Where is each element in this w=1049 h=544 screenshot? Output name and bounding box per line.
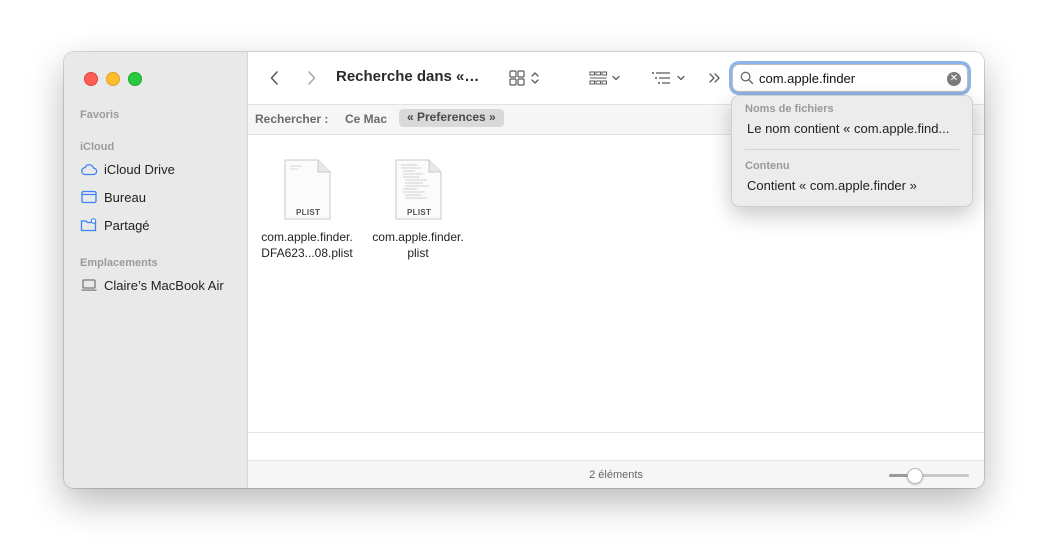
file-name-line-2: plist: [407, 246, 429, 260]
suggestion-header-filenames: Noms de fichiers: [745, 103, 834, 115]
suggestion-content-contains[interactable]: Contient « com.apple.finder »: [747, 178, 917, 193]
list-sort-icon: [652, 72, 685, 84]
search-suggestions-menu: Noms de fichiers Le nom contient « com.a…: [731, 95, 973, 207]
scope-label: Rechercher :: [255, 112, 329, 126]
sidebar-item-partage[interactable]: Partagé: [80, 214, 150, 236]
more-toolbar-button[interactable]: [706, 68, 724, 88]
scope-this-mac-button[interactable]: Ce Mac: [345, 112, 387, 126]
sidebar-item-bureau[interactable]: Bureau: [80, 186, 146, 208]
file-name: com.apple.finder. plist: [362, 229, 474, 261]
status-bar: 2 éléments: [248, 460, 984, 488]
zoom-window-button[interactable]: [128, 72, 142, 86]
close-window-button[interactable]: [84, 72, 98, 86]
sort-button[interactable]: [648, 68, 692, 88]
grid-view-icon: [509, 70, 539, 86]
cloud-icon: [81, 164, 98, 176]
file-name-line-1: com.apple.finder.: [261, 230, 353, 244]
search-icon: [740, 71, 754, 85]
chevron-left-icon: [270, 71, 278, 85]
sidebar-section-emplacements: Emplacements: [80, 257, 158, 269]
suggestion-filename-contains[interactable]: Le nom contient « com.apple.find...: [747, 121, 949, 136]
chevron-right-icon: [308, 71, 316, 85]
path-bar: [248, 432, 984, 461]
shared-folder-icon: [80, 218, 97, 232]
sidebar: Favoris iCloud iCloud Drive Bureau Parta…: [64, 52, 248, 488]
window-controls: [84, 72, 142, 86]
view-mode-button[interactable]: [506, 68, 544, 88]
suggestion-separator: [745, 149, 959, 150]
scope-preferences-button[interactable]: « Preferences »: [399, 109, 504, 127]
minimize-window-button[interactable]: [106, 72, 120, 86]
plist-badge: PLIST: [296, 208, 321, 217]
sidebar-item-label: iCloud Drive: [104, 161, 175, 177]
suggestion-header-content: Contenu: [745, 160, 790, 172]
icon-size-slider[interactable]: [889, 468, 969, 484]
search-field[interactable]: ✕: [732, 64, 968, 92]
desktop-icon: [81, 190, 97, 204]
clear-icon[interactable]: ✕: [947, 72, 961, 86]
window-title: Recherche dans «…: [336, 68, 480, 85]
plist-badge: PLIST: [407, 208, 432, 217]
double-chevron-icon: [709, 73, 720, 83]
back-button[interactable]: [268, 68, 282, 88]
sidebar-section-icloud: iCloud: [80, 141, 115, 153]
sidebar-item-macbook[interactable]: Claire’s MacBook Air: [80, 274, 224, 296]
item-count: 2 éléments: [589, 469, 643, 481]
group-icon: [589, 71, 620, 85]
forward-button[interactable]: [304, 68, 318, 88]
file-name: com.apple.finder. DFA623...08.plist: [251, 229, 363, 261]
laptop-icon: [81, 279, 97, 291]
search-input[interactable]: [759, 69, 943, 87]
sidebar-item-icloud-drive[interactable]: iCloud Drive: [80, 158, 175, 180]
sidebar-item-label: Bureau: [104, 189, 146, 205]
group-button[interactable]: [586, 68, 626, 88]
file-name-line-1: com.apple.finder.: [372, 230, 464, 244]
sidebar-item-label: Claire’s MacBook Air: [104, 277, 224, 293]
file-name-line-2: DFA623...08.plist: [261, 246, 353, 260]
sidebar-item-label: Partagé: [104, 217, 150, 233]
sidebar-section-favoris: Favoris: [80, 109, 120, 121]
icon-size-slider-knob[interactable]: [906, 468, 923, 484]
